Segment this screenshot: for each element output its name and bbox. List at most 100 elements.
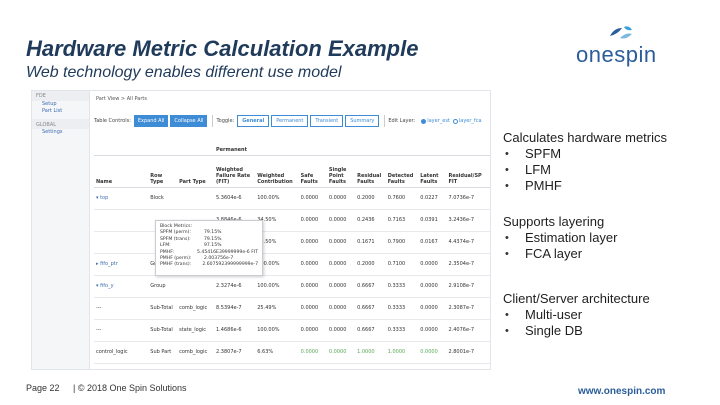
- bullet-item: PMHF: [503, 178, 713, 194]
- table-cell: 1.4686e-6: [214, 319, 256, 342]
- table-cell: 0.0000: [418, 275, 447, 298]
- app-screenshot: FDE Setup Part List GLOBAL Settings Part…: [31, 90, 491, 370]
- bullet-item: Multi-user: [503, 307, 713, 323]
- table-cell: 0.0000: [326, 187, 356, 210]
- footer-url-link[interactable]: www.onespin.com: [578, 386, 665, 397]
- table-row[interactable]: ▸ fifo_ptrGroup1.2476e-6100.00%0.00000.0…: [94, 253, 490, 276]
- tooltip-value: 2.607592399999999e-7: [202, 262, 258, 268]
- col-row-type[interactable]: Row Type: [148, 155, 178, 188]
- table-cell: 0.3333: [385, 319, 419, 342]
- table-controls-label: Table Controls:: [94, 118, 131, 124]
- table-row[interactable]: 3.8846e-634.50%0.00000.00000.24360.71630…: [94, 209, 490, 232]
- block-metrics-tooltip: Block Metrics: SPFM (perm): 79.15% SPFM (tr…: [155, 220, 263, 276]
- col-latent-faults[interactable]: Latent Faults: [418, 155, 447, 188]
- table-cell: 2.3274e-6: [214, 275, 256, 298]
- table-row[interactable]: --- Sub-Total comb_logic 8.5394e-7 25.49% 0.0…: [94, 297, 490, 320]
- table-cell: 0.0000: [418, 253, 447, 276]
- table-cell: 0.2436: [355, 209, 386, 232]
- bullet-item: Estimation layer: [503, 230, 713, 246]
- table-cell: ▾ fifo_y: [94, 275, 149, 298]
- table-cell: 3.2436e-7: [446, 209, 490, 232]
- table-cell: 0.2000: [355, 253, 386, 276]
- section-heading: Calculates hardware metrics: [503, 130, 668, 145]
- copyright: | © 2018 One Spin Solutions: [73, 383, 187, 393]
- table-cell: 0.3333: [385, 275, 419, 298]
- sidebar-item-setup[interactable]: Setup: [32, 101, 89, 108]
- table-cell: 8.5394e-7: [214, 297, 256, 320]
- sidebar-item-settings[interactable]: Settings: [32, 129, 89, 136]
- col-detected-faults[interactable]: Detected Faults: [385, 155, 419, 188]
- table-cell: 0.7163: [385, 209, 419, 232]
- breadcrumb: Part View > All Parts: [96, 96, 147, 102]
- slide-title: Hardware Metric Calculation Example: [26, 36, 419, 61]
- col-residual-faults[interactable]: Residual Faults: [355, 155, 386, 188]
- table-cell: 0.6667: [355, 319, 386, 342]
- table-row[interactable]: ▾ top Block 5.3604e-6 100.00% 0.0000 0.0000 0.…: [94, 187, 490, 210]
- table-cell: 0.7900: [385, 231, 419, 254]
- group-header-permanent: Permanent: [214, 141, 490, 156]
- table-cell: 0.0000: [298, 231, 327, 254]
- bullet-item: Single DB: [503, 323, 713, 339]
- table-toolbar: Table Controls: Expand All Collapse All …: [94, 113, 490, 129]
- app-main: Part View > All Parts Table Controls: Ex…: [94, 91, 490, 369]
- table-cell: 0.0000: [418, 319, 447, 342]
- expand-all-button[interactable]: Expand All: [133, 115, 169, 127]
- table-row[interactable]: 3.6460e-633.50%0.00000.00000.16710.79000…: [94, 231, 490, 254]
- layer-est-radio[interactable]: [421, 118, 427, 124]
- section-layering: Supports layering Estimation layer FCA l…: [503, 214, 713, 262]
- table-cell: 0.0000: [298, 187, 327, 210]
- table-cell: 0.7600: [385, 187, 419, 210]
- table-cell: 0.0227: [418, 187, 447, 210]
- table-cell: ---: [94, 297, 149, 320]
- toggle-label: Toggle:: [216, 118, 235, 124]
- table-cell: 0.0000: [326, 231, 356, 254]
- table-cell: Sub-Total: [148, 319, 178, 342]
- toggle-general[interactable]: General: [237, 115, 270, 127]
- col-safe-faults[interactable]: Safe Faults: [298, 155, 327, 188]
- table-cell: 100.00%: [255, 319, 299, 342]
- tooltip-key: PMHF (trans):: [160, 262, 192, 268]
- toggle-permanent[interactable]: Permanent: [271, 115, 309, 127]
- col-single-point-faults[interactable]: Single Point Faults: [326, 155, 356, 188]
- col-weighted-failure-rate[interactable]: Weighted Failure Rate (FIT): [214, 155, 256, 188]
- table-cell: 4.4374e-7: [446, 231, 490, 254]
- sidebar-item-part-list[interactable]: Part List: [32, 108, 89, 115]
- table-cell: comb_logic: [177, 341, 214, 364]
- col-part-type[interactable]: Part Type: [177, 155, 214, 188]
- table-cell: 0.0167: [418, 231, 447, 254]
- table-cell: 5.3604e-6: [214, 187, 256, 210]
- bullet-item: FCA layer: [503, 246, 713, 262]
- table-cell: 0.0000: [418, 341, 447, 364]
- table-cell: 2.9108e-7: [446, 275, 490, 298]
- table-cell: 2.3504e-7: [446, 253, 490, 276]
- edit-layer-label: Edit Layer:: [388, 118, 416, 124]
- collapse-all-button[interactable]: Collapse All: [170, 115, 208, 127]
- table-cell: control_logic: [94, 341, 149, 364]
- table-row[interactable]: control_logic Sub Part comb_logic 2.3807e-7…: [94, 341, 490, 364]
- table-cell: ---: [94, 319, 149, 342]
- table-cell: 1.0000: [355, 341, 386, 364]
- sidebar-header: FDE: [32, 91, 89, 101]
- table-cell: 0.0000: [298, 253, 327, 276]
- table-cell: 0.1671: [355, 231, 386, 254]
- table-cell: 0.0000: [326, 341, 356, 364]
- table-cell: 0.0000: [418, 297, 447, 320]
- table-row[interactable]: ▾ fifo_y Group 2.3274e-6 100.00% 0.0000 0.000…: [94, 275, 490, 298]
- toggle-summary[interactable]: Summary: [345, 115, 380, 127]
- table-cell: 0.0000: [326, 319, 356, 342]
- slide-subtitle: Web technology enables different use mod…: [26, 64, 342, 81]
- col-weighted-contribution[interactable]: Weighted Contribution: [255, 155, 299, 188]
- table-cell: comb_logic: [177, 297, 214, 320]
- table-cell: 0.7100: [385, 253, 419, 276]
- table-cell: 7.0736e-7: [446, 187, 490, 210]
- tooltip-row: PMHF (trans): 2.607592399999999e-7: [160, 262, 258, 268]
- table-row[interactable]: --- Sub-Total state_logic 1.4686e-6 100.00% 0…: [94, 319, 490, 342]
- table-cell: ▾ top: [94, 187, 149, 210]
- bullet-item: SPFM: [503, 146, 713, 162]
- table-group-header-row: Permanent: [94, 141, 490, 156]
- col-name[interactable]: Name: [94, 155, 149, 188]
- table-cell: 0.0000: [298, 319, 327, 342]
- layer-fca-radio[interactable]: [452, 118, 458, 124]
- toggle-transient[interactable]: Transient: [310, 115, 344, 127]
- col-residual-sp-fit[interactable]: Residual/SP FIT: [446, 155, 490, 188]
